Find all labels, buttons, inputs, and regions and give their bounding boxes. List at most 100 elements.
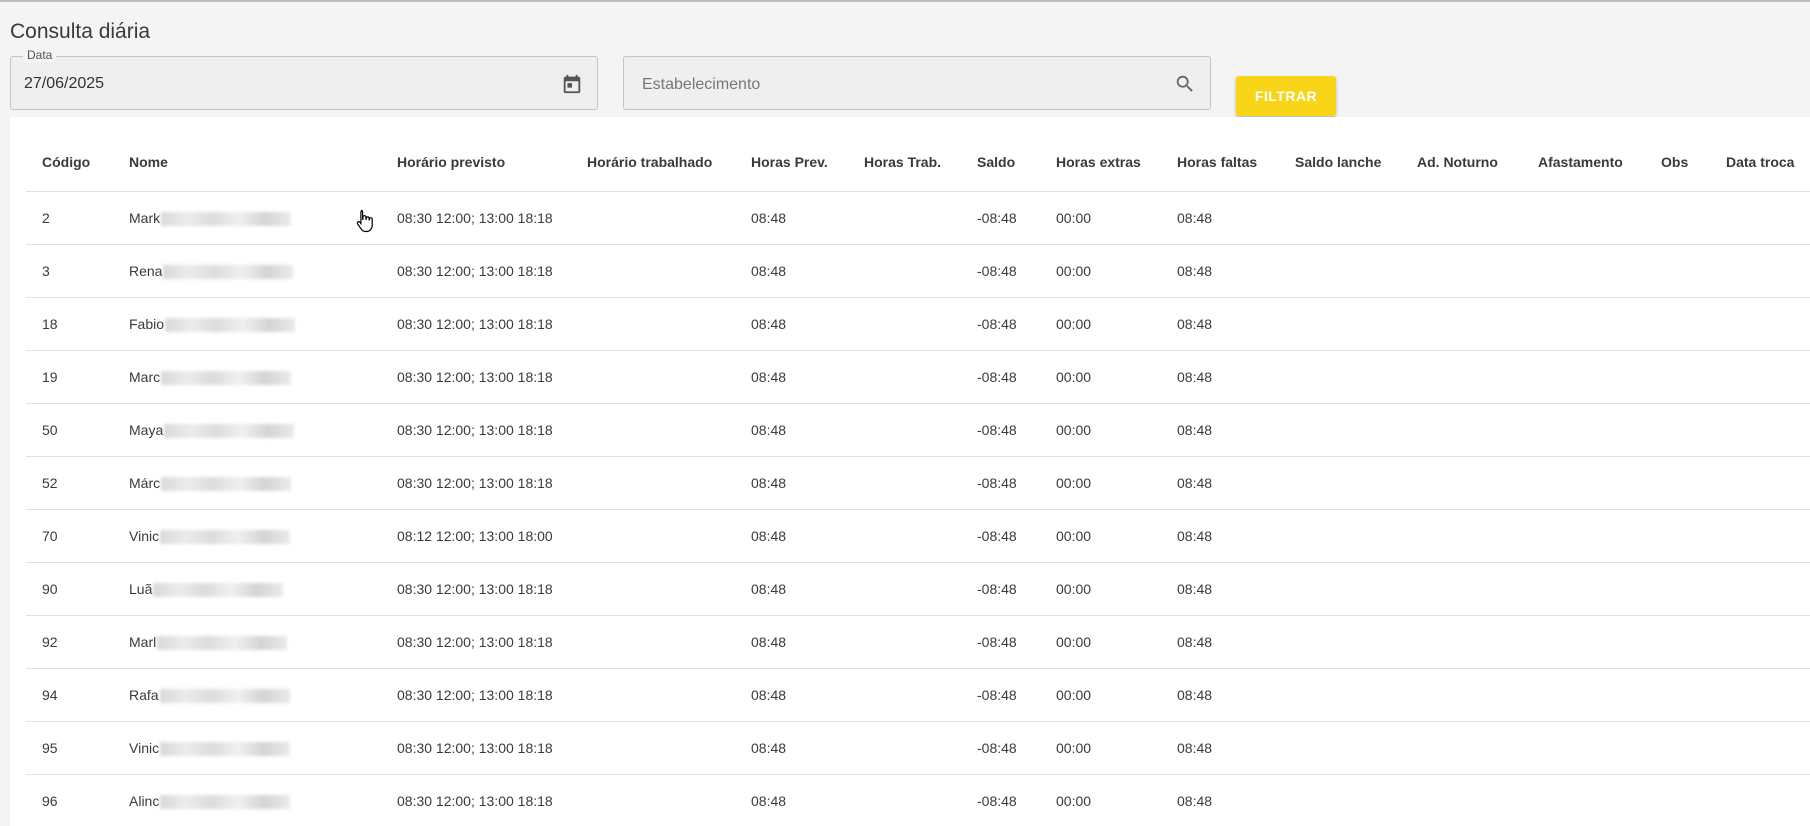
column-header[interactable]: Ad. Noturno bbox=[1401, 133, 1522, 192]
cell-horas-prev: 08:48 bbox=[735, 244, 848, 298]
table-body: 2 Mark 08:30 12:00; 13:00 18:18 08:48 -08:48… bbox=[26, 191, 1810, 826]
redacted-name-blur bbox=[157, 636, 288, 651]
cell-nome: Alinc bbox=[113, 774, 381, 826]
page-title: Consulta diária bbox=[10, 20, 151, 43]
cell-horas-faltas: 08:48 bbox=[1161, 191, 1279, 245]
redacted-name-blur bbox=[163, 265, 294, 280]
column-header[interactable]: Horas extras bbox=[1040, 133, 1161, 192]
cell-horario-trabalhado bbox=[571, 774, 735, 826]
column-header[interactable]: Saldo bbox=[961, 133, 1040, 192]
table-row[interactable]: 50 Maya 08:30 12:00; 13:00 18:18 08:48 -08:4… bbox=[26, 403, 1810, 457]
search-icon[interactable] bbox=[1174, 73, 1196, 95]
cell-nome: Márc bbox=[113, 456, 381, 510]
table-row[interactable]: 3 Rena 08:30 12:00; 13:00 18:18 08:48 -08:48… bbox=[26, 244, 1810, 298]
cell-horas-extras: 00:00 bbox=[1040, 244, 1161, 298]
date-field-value[interactable]: 27/06/2025 bbox=[24, 75, 104, 93]
cell-horas-trab bbox=[848, 244, 961, 298]
table-row[interactable]: 19 Marc 08:30 12:00; 13:00 18:18 08:48 -08:4… bbox=[26, 350, 1810, 404]
results-table: Código Nome Horário previsto Horário trabal… bbox=[26, 133, 1810, 826]
cell-saldo: -08:48 bbox=[961, 774, 1040, 826]
cell-ad-noturno bbox=[1401, 297, 1522, 351]
estabelecimento-field[interactable]: Estabelecimento bbox=[623, 56, 1211, 110]
cell-ad-noturno bbox=[1401, 403, 1522, 457]
table-row[interactable]: 95 Vinic 08:30 12:00; 13:00 18:18 08:48 -08:… bbox=[26, 721, 1810, 775]
column-header[interactable]: Data troca bbox=[1710, 133, 1810, 192]
calendar-icon[interactable] bbox=[561, 73, 583, 95]
cell-data-troca bbox=[1710, 297, 1810, 351]
cell-codigo: 92 bbox=[26, 615, 113, 669]
table-row[interactable]: 96 Alinc 08:30 12:00; 13:00 18:18 08:48 -08:… bbox=[26, 774, 1810, 826]
cell-saldo-lanche bbox=[1279, 721, 1401, 775]
cell-horas-trab bbox=[848, 668, 961, 722]
table-row[interactable]: 94 Rafa 08:30 12:00; 13:00 18:18 08:48 -08:4… bbox=[26, 668, 1810, 722]
cell-horario-previsto: 08:30 12:00; 13:00 18:18 bbox=[381, 456, 571, 510]
cell-data-troca bbox=[1710, 774, 1810, 826]
estabelecimento-input[interactable]: Estabelecimento bbox=[642, 76, 760, 94]
table-row[interactable]: 90 Luã 08:30 12:00; 13:00 18:18 08:48 -08:48… bbox=[26, 562, 1810, 616]
column-header[interactable]: Afastamento bbox=[1522, 133, 1645, 192]
cell-horas-extras: 00:00 bbox=[1040, 297, 1161, 351]
date-field[interactable]: Data 27/06/2025 bbox=[10, 48, 598, 110]
top-divider bbox=[0, 0, 1810, 2]
employee-name: Alinc bbox=[129, 793, 160, 809]
redacted-name-blur bbox=[160, 795, 291, 810]
cell-codigo: 94 bbox=[26, 668, 113, 722]
cell-afastamento bbox=[1522, 509, 1645, 563]
cell-ad-noturno bbox=[1401, 350, 1522, 404]
column-header[interactable]: Horário previsto bbox=[381, 133, 571, 192]
column-header[interactable]: Nome bbox=[113, 133, 381, 192]
cell-obs bbox=[1645, 562, 1710, 616]
table-row[interactable]: 52 Márc 08:30 12:00; 13:00 18:18 08:48 -08:4… bbox=[26, 456, 1810, 510]
filter-button[interactable]: FILTRAR bbox=[1236, 76, 1336, 116]
cell-nome: Marl bbox=[113, 615, 381, 669]
cell-horas-extras: 00:00 bbox=[1040, 562, 1161, 616]
table-row[interactable]: 70 Vinic 08:12 12:00; 13:00 18:00 08:48 -08:… bbox=[26, 509, 1810, 563]
cell-horas-extras: 00:00 bbox=[1040, 191, 1161, 245]
employee-name: Fabio bbox=[129, 316, 165, 332]
cell-saldo: -08:48 bbox=[961, 721, 1040, 775]
column-header[interactable]: Obs bbox=[1645, 133, 1710, 192]
redacted-name-blur bbox=[160, 530, 291, 545]
cell-data-troca bbox=[1710, 562, 1810, 616]
cell-horas-trab bbox=[848, 509, 961, 563]
cell-data-troca bbox=[1710, 244, 1810, 298]
cell-data-troca bbox=[1710, 350, 1810, 404]
cell-horas-prev: 08:48 bbox=[735, 191, 848, 245]
cell-horas-trab bbox=[848, 403, 961, 457]
cell-horario-previsto: 08:30 12:00; 13:00 18:18 bbox=[381, 615, 571, 669]
cell-saldo: -08:48 bbox=[961, 562, 1040, 616]
cell-saldo: -08:48 bbox=[961, 509, 1040, 563]
cell-afastamento bbox=[1522, 615, 1645, 669]
cell-horario-trabalhado bbox=[571, 350, 735, 404]
cell-saldo-lanche bbox=[1279, 615, 1401, 669]
cell-horas-faltas: 08:48 bbox=[1161, 509, 1279, 563]
cell-saldo: -08:48 bbox=[961, 244, 1040, 298]
cell-obs bbox=[1645, 403, 1710, 457]
column-header[interactable]: Horas faltas bbox=[1161, 133, 1279, 192]
cell-data-troca bbox=[1710, 191, 1810, 245]
table-row[interactable]: 2 Mark 08:30 12:00; 13:00 18:18 08:48 -08:48… bbox=[26, 191, 1810, 245]
table-row[interactable]: 18 Fabio 08:30 12:00; 13:00 18:18 08:48 -08:… bbox=[26, 297, 1810, 351]
column-header[interactable]: Horas Trab. bbox=[848, 133, 961, 192]
table-row[interactable]: 92 Marl 08:30 12:00; 13:00 18:18 08:48 -08:4… bbox=[26, 615, 1810, 669]
cell-horas-extras: 00:00 bbox=[1040, 668, 1161, 722]
cell-horas-trab bbox=[848, 721, 961, 775]
column-header[interactable]: Horas Prev. bbox=[735, 133, 848, 192]
cell-data-troca bbox=[1710, 403, 1810, 457]
cell-horario-previsto: 08:30 12:00; 13:00 18:18 bbox=[381, 191, 571, 245]
cell-codigo: 96 bbox=[26, 774, 113, 826]
cell-horario-trabalhado bbox=[571, 191, 735, 245]
cell-horario-previsto: 08:30 12:00; 13:00 18:18 bbox=[381, 244, 571, 298]
cell-nome: Maya bbox=[113, 403, 381, 457]
cell-saldo-lanche bbox=[1279, 191, 1401, 245]
column-header[interactable]: Código bbox=[26, 133, 113, 192]
cell-horas-faltas: 08:48 bbox=[1161, 721, 1279, 775]
employee-name: Rena bbox=[129, 263, 163, 279]
cell-horas-trab bbox=[848, 615, 961, 669]
cell-ad-noturno bbox=[1401, 668, 1522, 722]
column-header[interactable]: Saldo lanche bbox=[1279, 133, 1401, 192]
cell-ad-noturno bbox=[1401, 509, 1522, 563]
column-header[interactable]: Horário trabalhado bbox=[571, 133, 735, 192]
cell-saldo: -08:48 bbox=[961, 191, 1040, 245]
cell-obs bbox=[1645, 615, 1710, 669]
